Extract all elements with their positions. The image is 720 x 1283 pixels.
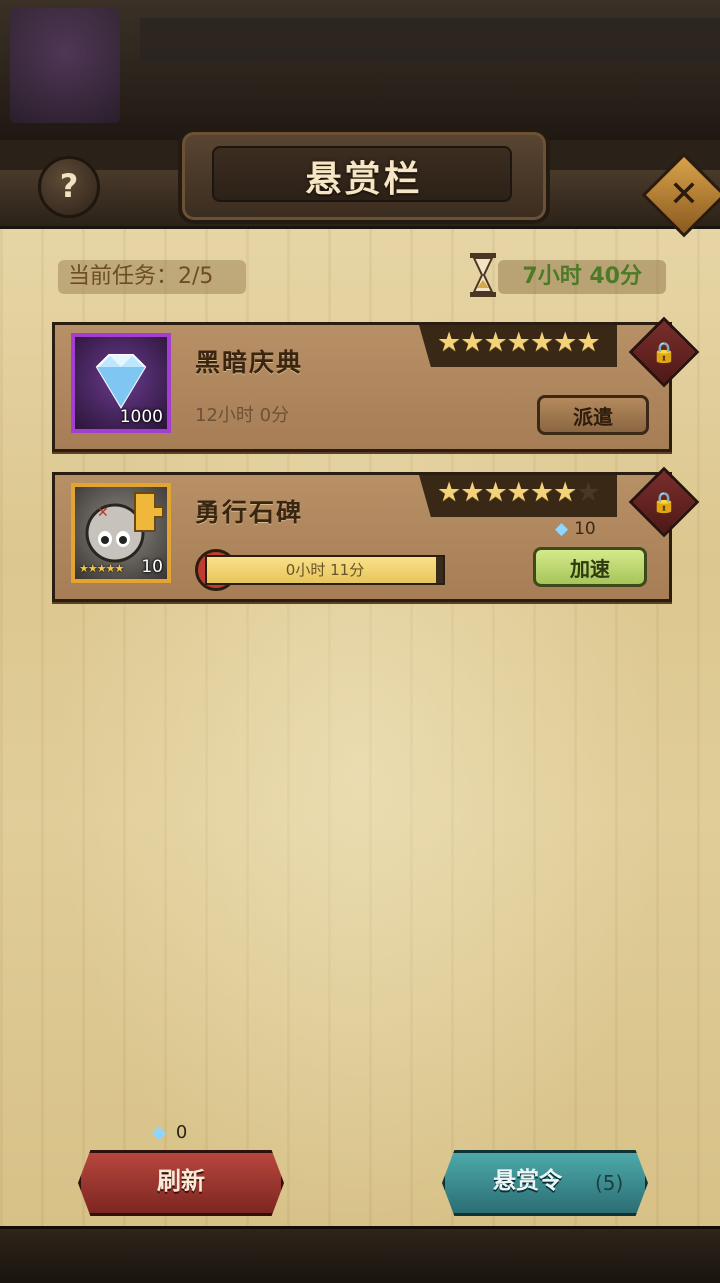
task-duration: 12小时 0分: [195, 405, 290, 426]
background-game-scene: [0, 0, 720, 140]
lock-icon: 🔒: [651, 340, 677, 364]
lock-icon: 🔒: [651, 490, 677, 514]
current-task-count: 当前任务：2/5: [58, 260, 246, 294]
reward-quantity: 10: [141, 557, 163, 577]
star-filled-icon: ★: [483, 327, 507, 358]
star-filled-icon: ★: [529, 327, 554, 358]
speedup-cost-value: 10: [574, 519, 596, 539]
star-filled-icon: ★: [460, 327, 484, 358]
hourglass-icon: [470, 253, 496, 297]
speedup-button[interactable]: 加速: [533, 547, 647, 587]
refresh-button[interactable]: 刷新: [78, 1150, 284, 1216]
speedup-cost: ◆ 10: [555, 519, 596, 539]
task-name: 黑暗庆典: [195, 348, 304, 377]
panel-bottom-frame: [0, 1226, 720, 1283]
blurred-resource-bar: [140, 18, 720, 62]
star-filled-icon: ★: [506, 327, 531, 358]
star-filled-icon: ★: [437, 327, 461, 358]
blurred-avatar: [10, 8, 120, 123]
diamond-icon: ◆: [555, 519, 569, 539]
page-title: 悬赏栏: [305, 159, 423, 200]
star-rating: ★★★★★★★: [437, 477, 601, 508]
star-filled-icon: ★: [460, 477, 484, 508]
hero-star-level: ★★★★★: [79, 562, 124, 575]
svg-text:✕: ✕: [97, 505, 109, 521]
refresh-timer: 7小时 40分: [498, 260, 666, 294]
star-filled-icon: ★: [437, 477, 461, 508]
refresh-cost: ◆ 0: [152, 1122, 187, 1143]
refresh-cost-value: 0: [175, 1122, 188, 1143]
diamond-icon: ◆: [152, 1122, 166, 1143]
close-x-icon: ✕: [668, 174, 700, 215]
star-empty-icon: ★: [576, 477, 600, 508]
star-filled-icon: ★: [529, 477, 554, 508]
dispatch-button[interactable]: 派遣: [537, 395, 649, 435]
progress-time-left: 0小时 11分: [285, 561, 365, 579]
star-filled-icon: ★: [553, 477, 577, 508]
star-filled-icon: ★: [576, 327, 600, 358]
task-progress-bar: 0小时 11分: [205, 555, 445, 585]
reward-portrait: 1000: [71, 333, 171, 433]
task-card[interactable]: 1000 黑暗庆典 12小时 0分 ★★★★★★★ 🔒 派遣: [52, 316, 700, 452]
bounty-order-count: (5): [595, 1171, 624, 1195]
task-name: 勇行石碑: [195, 498, 304, 527]
star-filled-icon: ★: [483, 477, 507, 508]
star-filled-icon: ★: [506, 477, 531, 508]
star-rating: ★★★★★★★: [437, 327, 601, 358]
question-mark-icon: ?: [59, 167, 79, 205]
bounty-order-label: 悬赏令: [493, 1168, 562, 1194]
reward-portrait: ✕ ★★★★★ 10: [71, 483, 171, 583]
help-button[interactable]: ?: [38, 156, 100, 218]
bounty-order-button[interactable]: 悬赏令 (5): [442, 1150, 648, 1216]
reward-quantity: 1000: [119, 407, 163, 427]
star-filled-icon: ★: [553, 327, 577, 358]
task-card[interactable]: ✕ ★★★★★ 10 勇行石碑 0小时 11分 ★★★★★★★ 🔒 ◆ 10 加速: [52, 466, 700, 602]
